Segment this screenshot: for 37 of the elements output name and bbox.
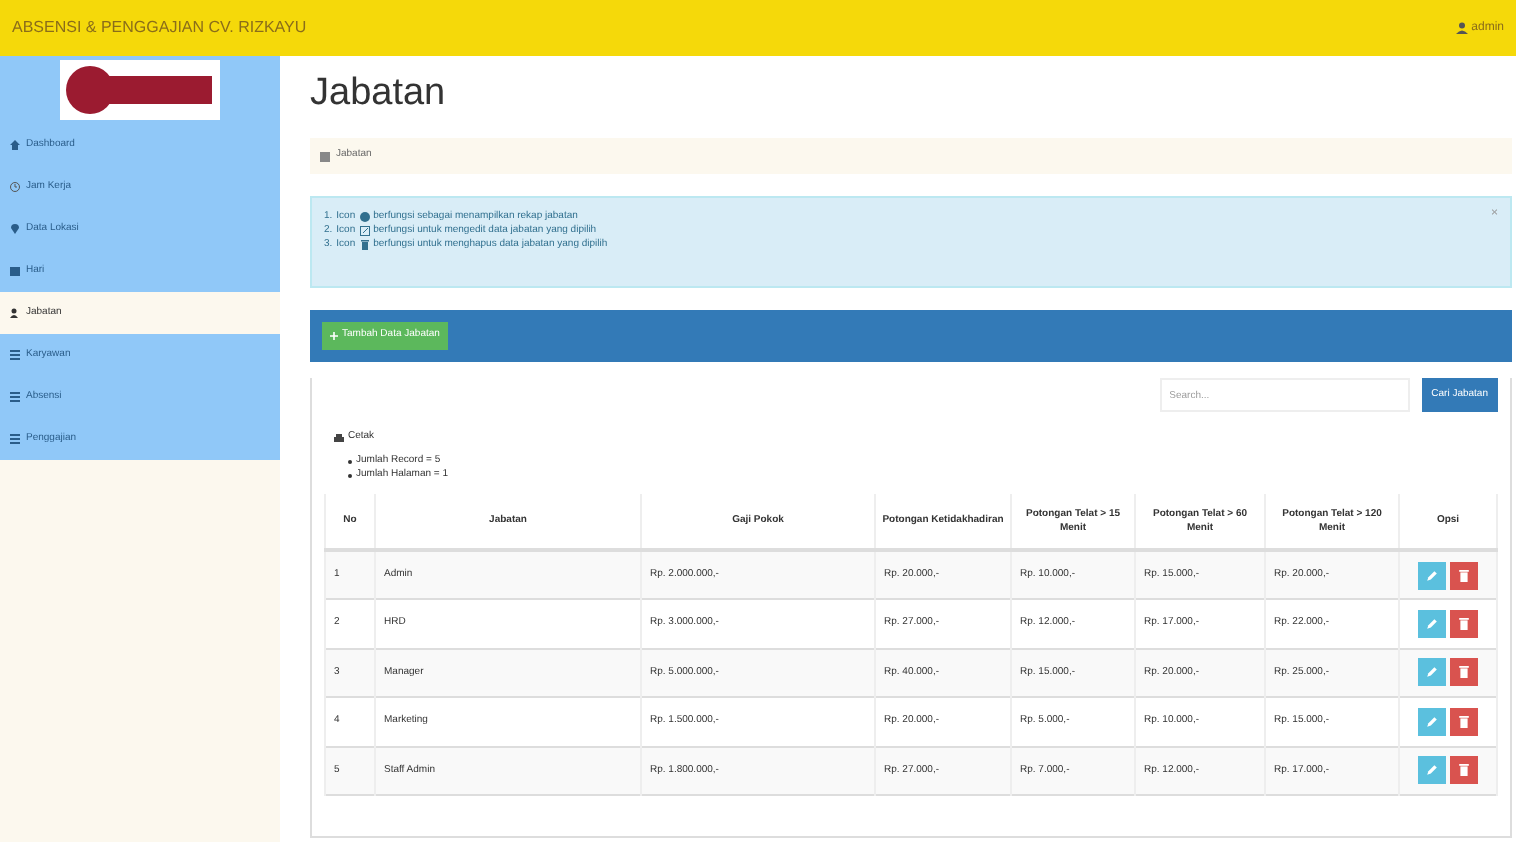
pencil-icon bbox=[1426, 569, 1438, 581]
trash-icon bbox=[1458, 715, 1470, 728]
dashboard-icon bbox=[320, 151, 330, 161]
pencil-icon bbox=[359, 226, 370, 236]
page-title: Jabatan bbox=[310, 69, 448, 118]
pin-icon bbox=[10, 224, 20, 234]
pencil-icon bbox=[1426, 666, 1438, 679]
pencil-icon bbox=[1426, 715, 1438, 728]
clock-icon bbox=[10, 182, 20, 192]
users-icon bbox=[10, 308, 20, 318]
list-icon bbox=[10, 434, 20, 444]
home-icon bbox=[10, 140, 20, 150]
edit-button[interactable] bbox=[1418, 561, 1446, 589]
edit-button[interactable] bbox=[1418, 609, 1446, 638]
delete-button[interactable] bbox=[1450, 658, 1478, 687]
trash-icon bbox=[1458, 666, 1470, 679]
trash-icon bbox=[1458, 764, 1470, 777]
pencil-icon bbox=[1426, 764, 1438, 777]
plus-icon bbox=[330, 332, 338, 340]
delete-button[interactable] bbox=[1450, 609, 1478, 638]
edit-button[interactable] bbox=[1418, 707, 1446, 736]
list-icon bbox=[10, 392, 20, 402]
trash-icon bbox=[359, 240, 370, 250]
edit-button[interactable] bbox=[1418, 658, 1446, 687]
edit-button[interactable] bbox=[1418, 756, 1446, 785]
pencil-icon bbox=[1426, 617, 1438, 630]
calendar-icon bbox=[10, 266, 20, 276]
printer-icon bbox=[334, 433, 344, 443]
eye-icon bbox=[359, 212, 370, 222]
trash-icon bbox=[1458, 617, 1470, 630]
trash-icon bbox=[1458, 569, 1470, 581]
app-title: ABSENSI & PENGGAJIAN CV. RIZKAYU bbox=[12, 16, 307, 40]
list-icon bbox=[10, 350, 20, 360]
delete-button[interactable] bbox=[1450, 707, 1478, 736]
user-icon bbox=[1455, 22, 1468, 34]
delete-button[interactable] bbox=[1450, 756, 1478, 785]
delete-button[interactable] bbox=[1450, 561, 1478, 589]
